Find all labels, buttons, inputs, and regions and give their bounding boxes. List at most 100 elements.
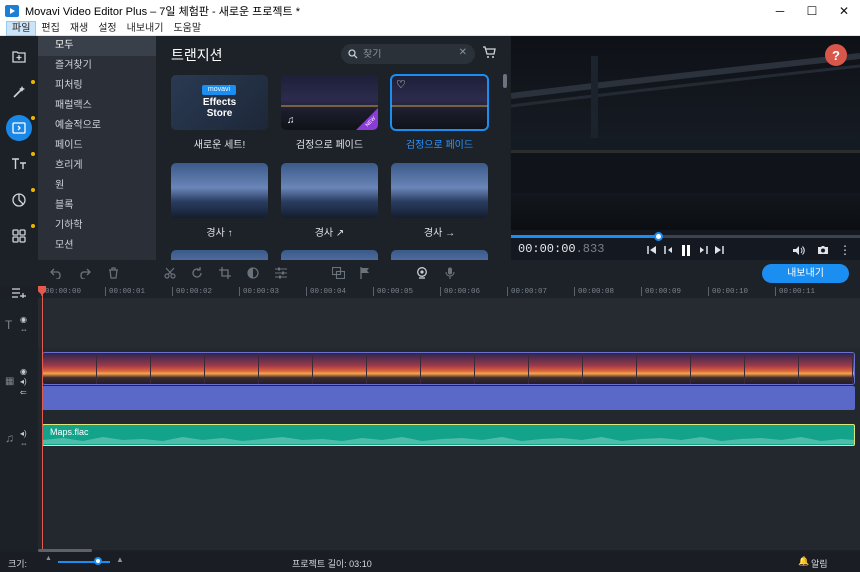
menu-export[interactable]: 내보내기 [122,21,169,36]
menu-edit[interactable]: 편집 [36,21,64,36]
menu-help[interactable]: 도움말 [168,21,206,36]
category-parallax[interactable]: 패럴랙스 [38,96,156,116]
link-icon[interactable]: ⇔ [20,439,28,448]
bell-icon[interactable]: 🔔 [798,556,809,567]
search-icon [348,49,358,59]
undo-button[interactable] [49,266,63,280]
filters-tool[interactable] [6,79,35,105]
clear-search-icon[interactable]: ✕ [459,47,467,58]
stickers-tool[interactable] [6,187,35,213]
card-fade-to-black-2[interactable]: ♡ 검정으로 페이드 [390,74,489,151]
playhead[interactable] [42,286,43,551]
window-title: Movavi Video Editor Plus – 7일 체험판 - 새로운 … [25,5,300,18]
timeline-ruler[interactable]: 00:00:00 00:00:01 00:00:02 00:00:03 00:0… [38,286,860,298]
card-slope-up[interactable]: 경사 ↑ [171,163,268,239]
card-slope-right[interactable]: 경사 → [391,163,488,239]
title-lane[interactable] [38,298,860,348]
clip-audio-strip[interactable] [42,386,855,410]
card-fade-to-black-1[interactable]: ♫ NEW 검정으로 페이드 [281,75,378,151]
minimize-button[interactable]: ─ [765,0,795,21]
category-motion[interactable]: 모션 [38,236,156,256]
color-adjust-button[interactable] [246,266,260,280]
category-featured[interactable]: 피처링 [38,76,156,96]
pause-button[interactable] [679,243,693,257]
next-frame-button[interactable] [696,243,710,257]
search-box[interactable]: ✕ [341,44,475,64]
mute-icon[interactable]: ◂) [20,377,27,386]
zoom-out-icon[interactable]: ▲ [45,555,52,562]
menu-settings[interactable]: 설정 [93,21,121,36]
zoom-slider[interactable] [58,561,110,563]
link-icon[interactable]: ⇔ [20,325,28,334]
timecode: 00:00:00.833 [518,242,605,256]
volume-button[interactable] [791,243,805,257]
card-partial[interactable] [391,250,488,260]
snapshot-button[interactable] [816,243,830,257]
cart-icon[interactable] [482,46,496,59]
category-circle[interactable]: 원 [38,176,156,196]
skip-to-start-button[interactable] [645,243,659,257]
category-favorites[interactable]: 즐겨찾기 [38,56,156,76]
audio-clip[interactable]: Maps.flac [42,424,855,446]
search-input[interactable] [363,48,447,60]
heart-icon[interactable]: ♡ [396,78,406,91]
close-button[interactable]: ✕ [829,0,859,21]
link-icon[interactable]: ⇐ [20,388,27,397]
import-tool[interactable] [6,43,32,69]
card-partial[interactable] [171,250,268,260]
maximize-button[interactable]: ☐ [797,0,827,21]
notifications-label[interactable]: 알림 [811,557,828,570]
overlay-button[interactable] [331,266,345,280]
import-icon [12,51,26,63]
titles-tool[interactable] [6,151,35,177]
more-options-icon[interactable]: ⋮ [838,243,852,257]
record-webcam-button[interactable] [415,266,429,280]
previous-frame-button[interactable] [662,243,676,257]
add-track-button[interactable] [12,286,28,299]
rotate-button[interactable] [190,266,204,280]
timeline-tracks[interactable]: Maps.flac [38,298,860,550]
export-button[interactable]: 내보내기 [762,264,849,283]
progress-knob[interactable] [653,232,663,241]
category-blur[interactable]: 흐리게 [38,156,156,176]
skip-to-end-button[interactable] [712,243,726,257]
split-button[interactable] [163,266,177,280]
delete-button[interactable] [106,266,120,280]
menu-file[interactable]: 파일 [6,20,37,36]
effects-store-thumbnail: movavi Effects Store [171,75,268,130]
visibility-eye-icon[interactable]: ◉ [20,315,27,324]
redo-button[interactable] [77,266,91,280]
ruler-tick: 00:00:00 [40,287,82,296]
transition-thumbnail [281,250,378,260]
card-slope-up-right[interactable]: 경사 ↗ [281,163,378,239]
crop-icon [219,267,231,279]
zoom-in-icon[interactable]: ▲ [116,555,124,564]
category-geometry[interactable]: 기하학 [38,216,156,236]
new-dot [31,152,35,156]
playback-progress[interactable] [511,232,860,241]
help-button[interactable]: ? [825,44,847,66]
marker-button[interactable] [358,266,372,280]
more-tools[interactable] [6,223,35,249]
city-lights [281,105,378,107]
transitions-tool[interactable] [6,115,35,141]
titles-icon [12,158,26,169]
visibility-eye-icon[interactable]: ◉ [20,367,27,376]
category-fade[interactable]: 페이드 [38,136,156,156]
category-artistic[interactable]: 예술적으로 [38,116,156,136]
transition-thumbnail [281,163,378,218]
transition-thumbnail [171,250,268,260]
category-all[interactable]: 모두 [38,36,156,56]
video-clip[interactable] [42,352,855,385]
clip-properties-button[interactable] [274,266,288,280]
card-effects-store[interactable]: movavi Effects Store 새로운 세트! [171,75,268,151]
card-partial[interactable] [281,250,378,260]
zoom-slider-knob[interactable] [94,557,102,565]
record-audio-button[interactable] [443,266,457,280]
mute-icon[interactable]: ◂) [20,429,27,438]
gallery-scrollbar[interactable] [503,74,507,88]
clip-frame [799,353,853,384]
menu-play[interactable]: 재생 [65,21,93,36]
category-block[interactable]: 블록 [38,196,156,216]
crop-button[interactable] [218,266,232,280]
